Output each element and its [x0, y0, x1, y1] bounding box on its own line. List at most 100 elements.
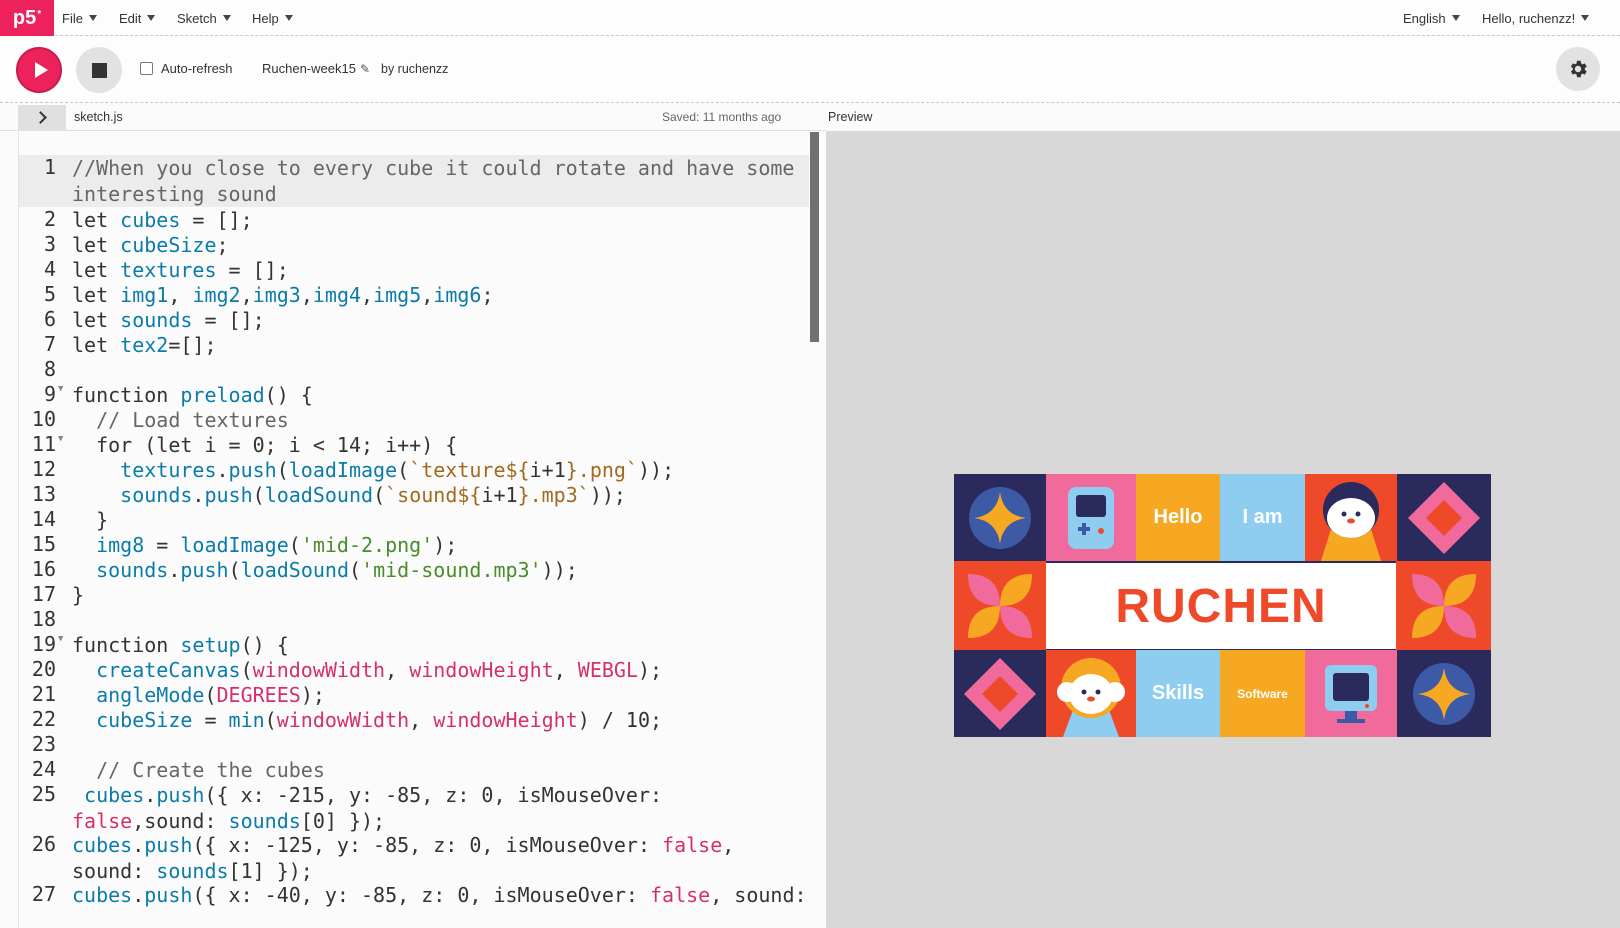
code-text: angleMode(DEGREES);	[96, 683, 325, 707]
play-button[interactable]	[16, 47, 62, 93]
menu-edit-label: Edit	[119, 10, 142, 26]
code-text: function setup() {	[72, 633, 289, 657]
code-text: for (let i = 0; i < 14; i++) {	[96, 433, 458, 457]
line-number: 20	[31, 657, 56, 681]
line-number: 10	[31, 407, 56, 431]
file-tab[interactable]: sketch.js	[74, 110, 123, 124]
diamond-icon	[964, 657, 1036, 730]
diamond-tile	[1397, 474, 1491, 561]
auto-refresh-label: Auto-refresh	[161, 61, 233, 76]
code-text: cubes.push({ x: -125, y: -85, z: 0, isMo…	[72, 833, 747, 883]
line-number: 2	[43, 207, 56, 231]
line-number: 22	[31, 707, 56, 731]
leaf-icon	[968, 573, 1032, 638]
menu-help-label: Help	[252, 10, 279, 26]
line-number: 9	[43, 382, 56, 406]
preview-label: Preview	[828, 110, 873, 124]
top-nav: p5 * File Edit Sketch Help English Hello,…	[0, 0, 1620, 36]
menu-file[interactable]: File	[62, 0, 97, 36]
software-tile: Software	[1220, 650, 1305, 737]
line-number: 17	[31, 582, 56, 606]
chevron-down-icon	[88, 15, 97, 21]
play-icon	[34, 62, 48, 78]
line-number: 15	[31, 532, 56, 556]
sketch-name-text: Ruchen-week15	[262, 61, 356, 76]
code-text: sounds.push(loadSound(`sound${i+1}.mp3`)…	[120, 483, 626, 507]
saved-status: Saved: 11 months ago	[662, 110, 782, 124]
chevron-down-icon	[1451, 15, 1460, 21]
editor-header: sketch.js Saved: 11 months ago	[0, 103, 826, 131]
code-text: cubes.push({ x: -215, y: -85, z: 0, isMo…	[72, 783, 675, 833]
line-number: 14	[31, 507, 56, 531]
girl-tile	[1046, 650, 1136, 737]
line-number: 27	[31, 882, 56, 906]
line-number: 13	[31, 482, 56, 506]
chevron-down-icon	[222, 15, 231, 21]
line-number: 23	[31, 732, 56, 756]
line-number: 5	[43, 282, 56, 306]
sketch-owner[interactable]: by ruchenzz	[381, 62, 448, 76]
stop-icon	[91, 62, 107, 78]
i-am-tile: I am	[1220, 474, 1305, 561]
stop-button[interactable]	[76, 47, 122, 93]
menu-file-label: File	[62, 10, 83, 26]
logo-text: p5	[12, 6, 37, 29]
menu-help[interactable]: Help	[252, 0, 293, 36]
code-text: img8 = loadImage('mid-2.png');	[96, 533, 458, 557]
user-menu[interactable]: Hello, ruchenzz!	[1482, 0, 1590, 36]
code-text: createCanvas(windowWidth, windowHeight, …	[96, 658, 663, 682]
auto-refresh-checkbox[interactable]	[140, 62, 153, 75]
editor-scrollbar[interactable]	[810, 132, 819, 342]
toolbar: Auto-refresh Ruchen-week15 ✎ by ruchenzz	[0, 36, 1620, 103]
code-text: let textures = [];	[72, 258, 289, 282]
hello-tile: Hello	[1136, 474, 1220, 561]
fold-triangle-icon[interactable]: ▼	[58, 384, 63, 394]
name-banner: RUCHEN	[1046, 563, 1396, 649]
line-number: 11	[31, 432, 56, 456]
code-text: cubeSize = min(windowWidth, windowHeight…	[96, 708, 663, 732]
menu-sketch-label: Sketch	[177, 10, 217, 26]
code-text: cubes.push({ x: -40, y: -85, z: 0, isMou…	[72, 883, 807, 907]
line-number: 3	[43, 232, 56, 256]
fold-triangle-icon[interactable]: ▼	[58, 434, 63, 444]
code-text: //When you close to every cube it could …	[72, 156, 807, 206]
pencil-icon[interactable]: ✎	[360, 62, 370, 76]
p5-logo[interactable]: p5 *	[0, 0, 54, 36]
gear-icon	[1570, 60, 1587, 78]
star-icon	[969, 486, 1031, 549]
leaf-icon	[1411, 573, 1476, 638]
auto-refresh-toggle[interactable]: Auto-refresh	[140, 61, 233, 76]
line-number: 21	[31, 682, 56, 706]
chevron-right-icon	[33, 111, 47, 124]
leaf-tile	[1396, 561, 1491, 650]
code-text: let img1, img2,img3,img4,img5,img6;	[72, 283, 494, 307]
code-text: }	[72, 583, 85, 607]
user-greeting: Hello, ruchenzz!	[1482, 10, 1576, 26]
menu-sketch[interactable]: Sketch	[177, 0, 231, 36]
language-menu[interactable]: English	[1403, 0, 1460, 36]
code-text: let tex2=[];	[72, 333, 217, 357]
sidebar-toggle-button[interactable]	[18, 105, 66, 130]
language-label: English	[1403, 10, 1446, 26]
chevron-down-icon	[1581, 15, 1590, 21]
sketch-canvas[interactable]: Hello I am RUCHEN Skills Software	[954, 474, 1491, 737]
leaf-tile	[954, 561, 1046, 650]
girl-face-icon	[1057, 658, 1125, 737]
code-editor[interactable]: 1 //When you close to every cube it coul…	[18, 131, 820, 928]
chevron-down-icon	[147, 15, 156, 21]
code-text: sounds.push(loadSound('mid-sound.mp3'));	[96, 558, 578, 582]
sketch-name[interactable]: Ruchen-week15 ✎	[262, 61, 370, 76]
gameboy-icon	[1068, 486, 1114, 549]
gameboy-tile	[1046, 474, 1136, 561]
line-number: 6	[43, 307, 56, 331]
code-text: }	[72, 508, 109, 532]
skills-tile: Skills	[1136, 650, 1220, 737]
line-number: 25	[31, 782, 56, 806]
fold-triangle-icon[interactable]: ▼	[58, 634, 63, 644]
code-text: let sounds = [];	[72, 308, 265, 332]
settings-button[interactable]	[1556, 47, 1600, 91]
code-line[interactable]: 1 //When you close to every cube it coul…	[19, 155, 809, 207]
line-number: 7	[43, 332, 56, 356]
line-number: 19	[31, 632, 56, 656]
menu-edit[interactable]: Edit	[119, 0, 156, 36]
